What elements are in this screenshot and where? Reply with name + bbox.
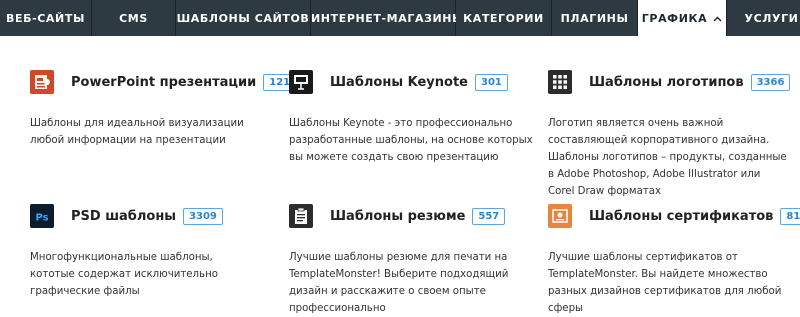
tab-graphics-label: ГРАФИКА bbox=[641, 12, 708, 25]
photoshop-icon: Ps bbox=[30, 204, 54, 228]
count-badge: 3309 bbox=[183, 207, 223, 225]
card-description: Лучшие шаблоны сертификатов от TemplateM… bbox=[548, 252, 782, 314]
card-title[interactable]: Шаблоны логотипов 3366 bbox=[589, 71, 791, 93]
card-description: Лучшие шаблоны резюме для печати на Temp… bbox=[289, 252, 509, 314]
card-title-text: Шаблоны резюме bbox=[330, 208, 466, 224]
tab-categories[interactable]: КАТЕГОРИИ bbox=[456, 0, 552, 36]
card-description: Шаблоны Keynote - это профессионально ра… bbox=[289, 118, 533, 163]
card-title-text: Шаблоны логотипов bbox=[589, 74, 744, 90]
resume-clipboard-icon bbox=[289, 204, 313, 228]
count-badge: 81 bbox=[780, 207, 800, 225]
tab-site-templates[interactable]: ШАБЛОНЫ САЙТОВ bbox=[176, 0, 311, 36]
card-title-text: PowerPoint презентации bbox=[71, 74, 257, 90]
tab-graphics[interactable]: ГРАФИКА bbox=[638, 0, 727, 36]
tab-websites[interactable]: ВЕБ-САЙТЫ bbox=[0, 0, 92, 36]
count-badge: 301 bbox=[474, 73, 508, 91]
tab-services[interactable]: УСЛУГИ bbox=[727, 0, 800, 36]
card-description: Многофункциональные шаблоны, кототые сод… bbox=[30, 252, 218, 297]
tab-plugins[interactable]: ПЛАГИНЫ bbox=[552, 0, 638, 36]
card-title-text: Шаблоны сертификатов bbox=[589, 208, 774, 224]
card-title-text: PSD шаблоны bbox=[71, 208, 177, 224]
count-badge: 557 bbox=[472, 207, 506, 225]
tab-cms[interactable]: CMS bbox=[92, 0, 176, 36]
svg-text:Ps: Ps bbox=[35, 213, 48, 224]
card-description: Логотип является очень важной составляющ… bbox=[548, 118, 787, 197]
card-title-text: Шаблоны Keynote bbox=[330, 74, 468, 90]
tab-online-stores[interactable]: ИНТЕРНЕТ-МАГАЗИНЫ bbox=[311, 0, 463, 36]
logo-grid-icon bbox=[548, 70, 572, 94]
chevron-up-icon bbox=[713, 16, 722, 22]
count-badge: 3366 bbox=[750, 73, 791, 91]
card-title[interactable]: PowerPoint презентации 1219 bbox=[71, 71, 304, 93]
top-nav: ВЕБ-САЙТЫ CMS ШАБЛОНЫ САЙТОВ ИНТЕРНЕТ-МА… bbox=[0, 0, 800, 36]
card-title[interactable]: Шаблоны резюме 557 bbox=[330, 205, 506, 227]
card-title[interactable]: Шаблоны сертификатов 81 bbox=[589, 205, 800, 227]
card-title[interactable]: Шаблоны Keynote 301 bbox=[330, 71, 508, 93]
card-description: Шаблоны для идеальной визуализации любой… bbox=[30, 118, 244, 146]
powerpoint-icon bbox=[30, 70, 54, 94]
card-title[interactable]: PSD шаблоны 3309 bbox=[71, 205, 223, 227]
certificate-icon bbox=[548, 204, 572, 228]
keynote-icon bbox=[289, 70, 313, 94]
